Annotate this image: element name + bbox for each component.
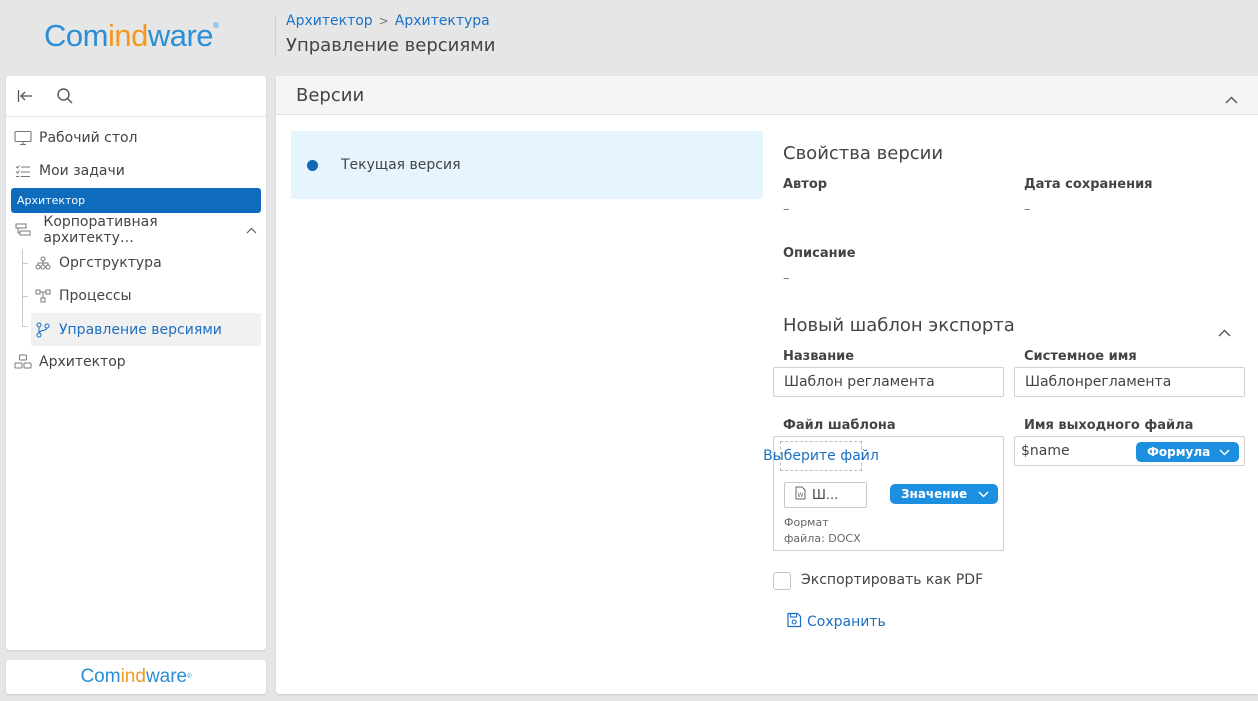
breadcrumb-item-architecture[interactable]: Архитектура: [395, 13, 490, 29]
tree-connector: [22, 296, 28, 297]
architect-icon: [13, 352, 33, 372]
export-pdf-label: Экспортировать как PDF: [801, 572, 984, 588]
sidebar-item-label: Управление версиями: [59, 321, 222, 338]
chevron-up-icon[interactable]: [1225, 88, 1238, 109]
sidebar-toolbar: [6, 76, 266, 117]
template-name-label: Название: [783, 349, 855, 364]
saved-date-label: Дата сохранения: [1024, 177, 1153, 192]
breadcrumb-separator: >: [378, 14, 389, 28]
logo-mark: ®: [213, 21, 219, 30]
sidebar-item-org-structure[interactable]: Оргструктура: [31, 250, 261, 276]
save-button[interactable]: Сохранить: [786, 612, 886, 632]
sidebar-item-label: Архитектор: [39, 354, 126, 370]
sidebar-item-version-control[interactable]: Управление версиями: [31, 313, 261, 346]
versions-title: Версии: [296, 84, 365, 106]
svg-text:W: W: [798, 492, 804, 499]
value-type-label: Значение: [901, 487, 968, 501]
description-value: –: [783, 271, 790, 286]
page-title: Управление версиями: [286, 35, 496, 56]
output-file-value: $name: [1021, 443, 1070, 459]
properties-title: Свойства версии: [783, 143, 944, 164]
tree-connector: [22, 263, 28, 264]
template-file-box: Выберите файл W Ш... Значение Формат фай…: [763, 436, 1004, 551]
choose-file-button[interactable]: Выберите файл: [763, 441, 879, 471]
chevron-up-icon[interactable]: [1218, 322, 1231, 341]
template-file-label: Файл шаблона: [783, 418, 896, 433]
attached-file-chip[interactable]: W Ш...: [784, 482, 867, 508]
tree-connector: [22, 326, 28, 327]
header-divider: [275, 16, 276, 56]
sidebar-item-my-tasks[interactable]: Мои задачи: [11, 158, 261, 184]
logo-text-part: Com: [44, 18, 108, 53]
process-icon: [33, 286, 53, 306]
author-value: –: [783, 202, 790, 217]
file-format-line: Формат: [784, 516, 829, 529]
file-format-line: файла: DOCX: [784, 532, 861, 545]
app-logo[interactable]: Comindware®: [44, 18, 219, 54]
output-file-label: Имя выходного файла: [1024, 418, 1194, 433]
tasks-icon: [13, 161, 33, 181]
breadcrumb: Архитектор > Архитектура: [286, 13, 490, 29]
system-name-input[interactable]: Шаблонрегламента: [1014, 367, 1245, 397]
sidebar-item-desktop[interactable]: Рабочий стол: [11, 125, 261, 151]
logo-text-part: ware: [147, 18, 214, 53]
breadcrumb-item-architect[interactable]: Архитектор: [286, 13, 373, 29]
description-label: Описание: [783, 246, 856, 261]
author-label: Автор: [783, 177, 828, 192]
system-name-label: Системное имя: [1024, 349, 1137, 364]
sidebar-item-label: Рабочий стол: [39, 130, 138, 146]
attached-file-name: Ш...: [812, 487, 839, 503]
sidebar-item-label: Корпоративная архитекту…: [43, 214, 158, 246]
export-pdf-checkbox[interactable]: [773, 572, 791, 590]
logo-text-part: ind: [107, 18, 148, 53]
logo-mark: ®: [187, 674, 192, 680]
footer-logo: Com ind ware ®: [6, 660, 266, 694]
version-branch-icon: [33, 320, 53, 340]
versions-panel: Версии Текущая версия Свойства версии Ав…: [276, 76, 1258, 694]
search-icon[interactable]: [55, 86, 75, 106]
versions-panel-header: Версии: [276, 76, 1258, 115]
sidebar-item-label: Оргструктура: [59, 255, 162, 271]
architecture-icon: [13, 220, 32, 240]
logo-text-part: ware: [145, 666, 188, 687]
version-list-item[interactable]: Текущая версия: [291, 131, 763, 199]
sidebar-item-enterprise-architecture[interactable]: Корпоративная архитекту…: [11, 214, 261, 246]
current-version-dot: [307, 159, 318, 171]
sidebar-item-label: Процессы: [59, 288, 132, 304]
version-label: Текущая версия: [341, 157, 461, 173]
value-type-dropdown[interactable]: Значение: [890, 484, 998, 504]
template-name-input[interactable]: Шаблон регламента: [773, 367, 1004, 397]
word-file-icon: W: [795, 486, 806, 504]
sidebar-group-architect[interactable]: Архитектор: [11, 188, 261, 213]
formula-type-label: Формула: [1147, 445, 1211, 459]
save-label: Сохранить: [807, 614, 886, 630]
logo-text-part: Com: [80, 666, 121, 687]
saved-date-value: –: [1024, 202, 1031, 217]
sidebar: Рабочий стол Мои задачи Архитектор Корпо…: [6, 76, 266, 650]
file-format-note: Формат файла: DOCX: [784, 515, 874, 547]
save-icon: [786, 612, 802, 632]
desktop-icon: [13, 128, 33, 148]
chevron-down-icon: [1219, 445, 1230, 459]
collapse-sidebar-icon[interactable]: [15, 86, 35, 106]
logo-text-part: ind: [120, 666, 146, 687]
export-template-title: Новый шаблон экспорта: [783, 315, 1015, 336]
org-structure-icon: [33, 253, 53, 273]
sidebar-item-processes[interactable]: Процессы: [31, 283, 261, 309]
sidebar-item-architect[interactable]: Архитектор: [11, 349, 261, 375]
tree-connector: [22, 249, 23, 326]
formula-type-dropdown[interactable]: Формула: [1136, 442, 1239, 462]
chevron-down-icon: [978, 487, 989, 501]
chevron-up-icon[interactable]: [246, 222, 257, 238]
sidebar-item-label: Мои задачи: [39, 163, 125, 179]
